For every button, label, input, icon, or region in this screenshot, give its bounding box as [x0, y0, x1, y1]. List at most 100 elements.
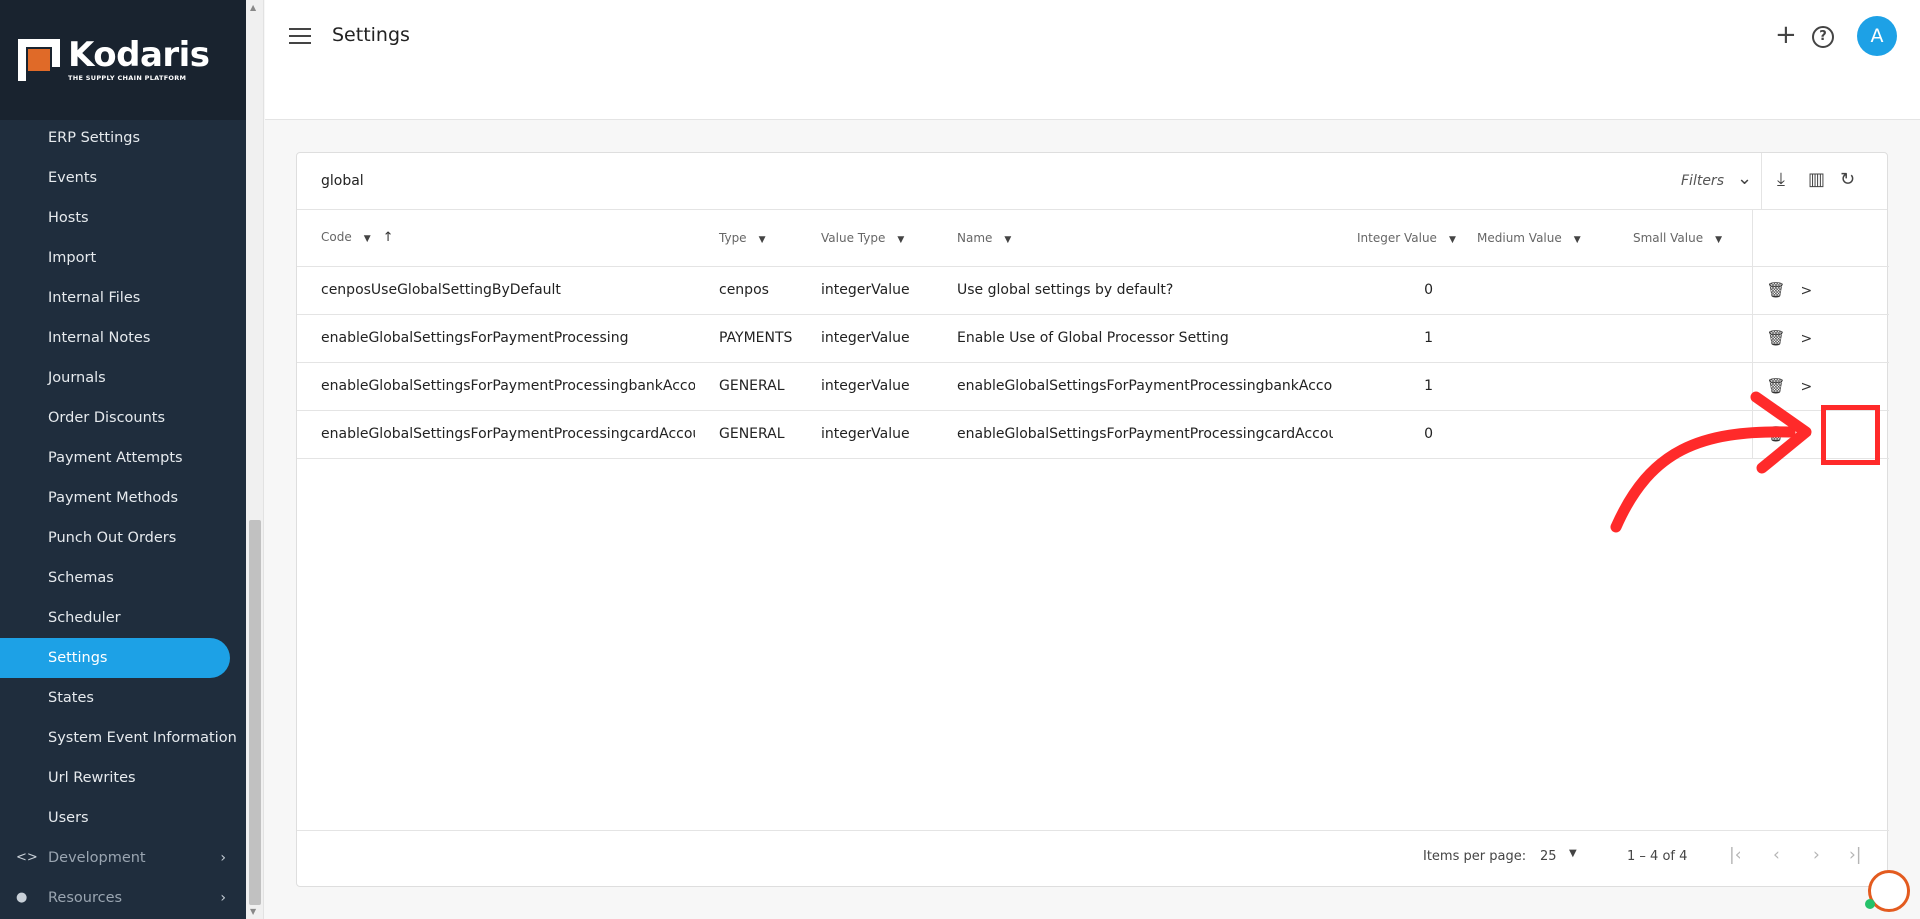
- column-header-small-value[interactable]: Small Value ▼: [1609, 210, 1752, 267]
- sidebar-group-development[interactable]: <> Development ›: [0, 838, 246, 878]
- cell-name: enableGlobalSettingsForPaymentProcessing…: [933, 410, 1333, 459]
- cell-medium-value: [1453, 266, 1609, 315]
- scrollbar-thumb[interactable]: [249, 520, 261, 905]
- sort-menu-icon: ▼: [363, 234, 371, 245]
- sort-menu-icon: ▼: [1004, 234, 1012, 245]
- brand-logo[interactable]: Kodaris THE SUPPLY CHAIN PLATFORM: [0, 0, 246, 120]
- delete-icon[interactable]: 🗑: [1767, 425, 1791, 443]
- open-row-chevron-icon[interactable]: >: [1801, 283, 1813, 299]
- cell-actions: 🗑 >: [1751, 362, 1889, 411]
- cell-medium-value: [1453, 362, 1609, 411]
- scroll-down-icon[interactable]: ▼: [250, 907, 256, 916]
- last-page-icon[interactable]: ›|: [1849, 845, 1862, 865]
- sidebar-item-payment-methods[interactable]: Payment Methods: [0, 478, 246, 518]
- column-header-name[interactable]: Name ▼: [933, 210, 1333, 267]
- add-icon[interactable]: +: [1775, 22, 1797, 48]
- sidebar-nav: ERP Settings Events Hosts Import Interna…: [0, 118, 246, 918]
- sidebar-item-journals[interactable]: Journals: [0, 358, 246, 398]
- next-page-icon[interactable]: ›: [1813, 845, 1820, 865]
- cell-name: Enable Use of Global Processor Setting: [933, 314, 1333, 363]
- sidebar-item-punch-out-orders[interactable]: Punch Out Orders: [0, 518, 246, 558]
- filters-button[interactable]: Filters: [1681, 173, 1724, 189]
- chevron-down-icon[interactable]: ▼: [1569, 848, 1577, 859]
- sidebar: Kodaris THE SUPPLY CHAIN PLATFORM ERP Se…: [0, 0, 246, 919]
- sidebar-item-internal-files[interactable]: Internal Files: [0, 278, 246, 318]
- table-row[interactable]: enableGlobalSettingsForPaymentProcessing…: [297, 314, 1889, 363]
- cell-name: Use global settings by default?: [933, 266, 1333, 315]
- cell-code: cenposUseGlobalSettingByDefault: [297, 266, 695, 315]
- sidebar-item-internal-notes[interactable]: Internal Notes: [0, 318, 246, 358]
- sidebar-item-import[interactable]: Import: [0, 238, 246, 278]
- cell-value-type: integerValue: [797, 266, 933, 315]
- sidebar-item-order-discounts[interactable]: Order Discounts: [0, 398, 246, 438]
- settings-table-card: global Filters ⌄ ⤓ ▥ ↻ Code ▼ ↑ Type ▼ Valu…: [296, 152, 1889, 887]
- columns-icon[interactable]: ▥: [1808, 169, 1825, 190]
- delete-icon[interactable]: 🗑: [1767, 377, 1791, 395]
- chevron-down-icon[interactable]: ⌄: [1737, 168, 1752, 189]
- settings-table: Code ▼ ↑ Type ▼ Value Type ▼ Name ▼ Integer V…: [297, 210, 1889, 459]
- download-icon[interactable]: ⤓: [1777, 169, 1785, 190]
- chevron-right-icon: ›: [220, 850, 226, 866]
- sidebar-item-events[interactable]: Events: [0, 158, 246, 198]
- brand-tagline: THE SUPPLY CHAIN PLATFORM: [68, 74, 187, 82]
- sidebar-group-label: Development: [48, 850, 146, 866]
- column-header-integer-value[interactable]: Integer Value ▼: [1333, 210, 1456, 267]
- cell-actions: 🗑 >: [1751, 314, 1889, 363]
- sort-menu-icon: ▼: [1715, 234, 1723, 245]
- sidebar-item-hosts[interactable]: Hosts: [0, 198, 246, 238]
- cell-code: enableGlobalSettingsForPaymentProcessing…: [297, 362, 695, 411]
- sidebar-scrollbar[interactable]: ▲ ▼: [246, 0, 264, 919]
- sidebar-item-users[interactable]: Users: [0, 798, 246, 838]
- delete-icon[interactable]: 🗑: [1767, 281, 1791, 299]
- open-row-chevron-icon[interactable]: >: [1801, 331, 1813, 347]
- cell-actions: 🗑 >: [1751, 266, 1889, 315]
- hamburger-menu-icon[interactable]: [289, 28, 311, 46]
- sidebar-item-states[interactable]: States: [0, 678, 246, 718]
- scroll-up-icon[interactable]: ▲: [250, 3, 256, 12]
- sidebar-item-system-event-information[interactable]: System Event Information: [0, 718, 246, 758]
- table-row[interactable]: enableGlobalSettingsForPaymentProcessing…: [297, 362, 1889, 411]
- sidebar-item-url-rewrites[interactable]: Url Rewrites: [0, 758, 246, 798]
- items-per-page-select[interactable]: 25: [1540, 849, 1557, 864]
- previous-page-icon[interactable]: ‹: [1773, 845, 1780, 865]
- sidebar-item-scheduler[interactable]: Scheduler: [0, 598, 246, 638]
- first-page-icon[interactable]: |‹: [1729, 845, 1742, 865]
- cell-integer-value: 0: [1333, 266, 1453, 315]
- sidebar-item-settings[interactable]: Settings: [0, 638, 230, 678]
- cell-value-type: integerValue: [797, 410, 933, 459]
- cell-type: GENERAL: [695, 410, 797, 459]
- cell-code: enableGlobalSettingsForPaymentProcessing…: [297, 410, 695, 459]
- cell-medium-value: [1453, 314, 1609, 363]
- items-per-page-label: Items per page:: [1423, 849, 1527, 864]
- chat-support-icon[interactable]: [1865, 870, 1910, 912]
- user-avatar[interactable]: A: [1857, 16, 1897, 56]
- column-header-code[interactable]: Code ▼ ↑: [297, 210, 695, 267]
- column-header-medium-value[interactable]: Medium Value ▼: [1453, 210, 1609, 267]
- open-row-chevron-icon[interactable]: >: [1801, 379, 1813, 395]
- cell-value-type: integerValue: [797, 362, 933, 411]
- sidebar-item-payment-attempts[interactable]: Payment Attempts: [0, 438, 246, 478]
- table-row[interactable]: cenposUseGlobalSettingByDefault cenpos i…: [297, 266, 1889, 315]
- sidebar-item-schemas[interactable]: Schemas: [0, 558, 246, 598]
- top-header: Settings + ? A: [265, 0, 1920, 120]
- sidebar-group-resources[interactable]: ● Resources ›: [0, 878, 246, 918]
- column-header-type[interactable]: Type ▼: [695, 210, 797, 267]
- cell-small-value: [1609, 266, 1752, 315]
- kodaris-logo-icon: [18, 39, 60, 81]
- cell-integer-value: 1: [1333, 362, 1453, 411]
- open-row-chevron-icon[interactable]: >: [1801, 427, 1813, 443]
- sort-ascending-icon: ↑: [382, 230, 394, 246]
- table-toolbar: global Filters ⌄ ⤓ ▥ ↻: [297, 153, 1887, 210]
- search-input[interactable]: global: [321, 173, 364, 189]
- column-header-actions: [1751, 210, 1889, 267]
- page-title: Settings: [332, 24, 410, 46]
- column-header-value-type[interactable]: Value Type ▼: [797, 210, 933, 267]
- sort-menu-icon: ▼: [897, 234, 905, 245]
- table-header-row: Code ▼ ↑ Type ▼ Value Type ▼ Name ▼ Integer V…: [297, 210, 1889, 267]
- help-icon[interactable]: ?: [1812, 26, 1834, 48]
- refresh-icon[interactable]: ↻: [1840, 169, 1855, 190]
- table-row[interactable]: enableGlobalSettingsForPaymentProcessing…: [297, 410, 1889, 459]
- sidebar-item-erp-settings[interactable]: ERP Settings: [0, 118, 246, 158]
- delete-icon[interactable]: 🗑: [1767, 329, 1791, 347]
- toolbar-divider: [1761, 153, 1762, 210]
